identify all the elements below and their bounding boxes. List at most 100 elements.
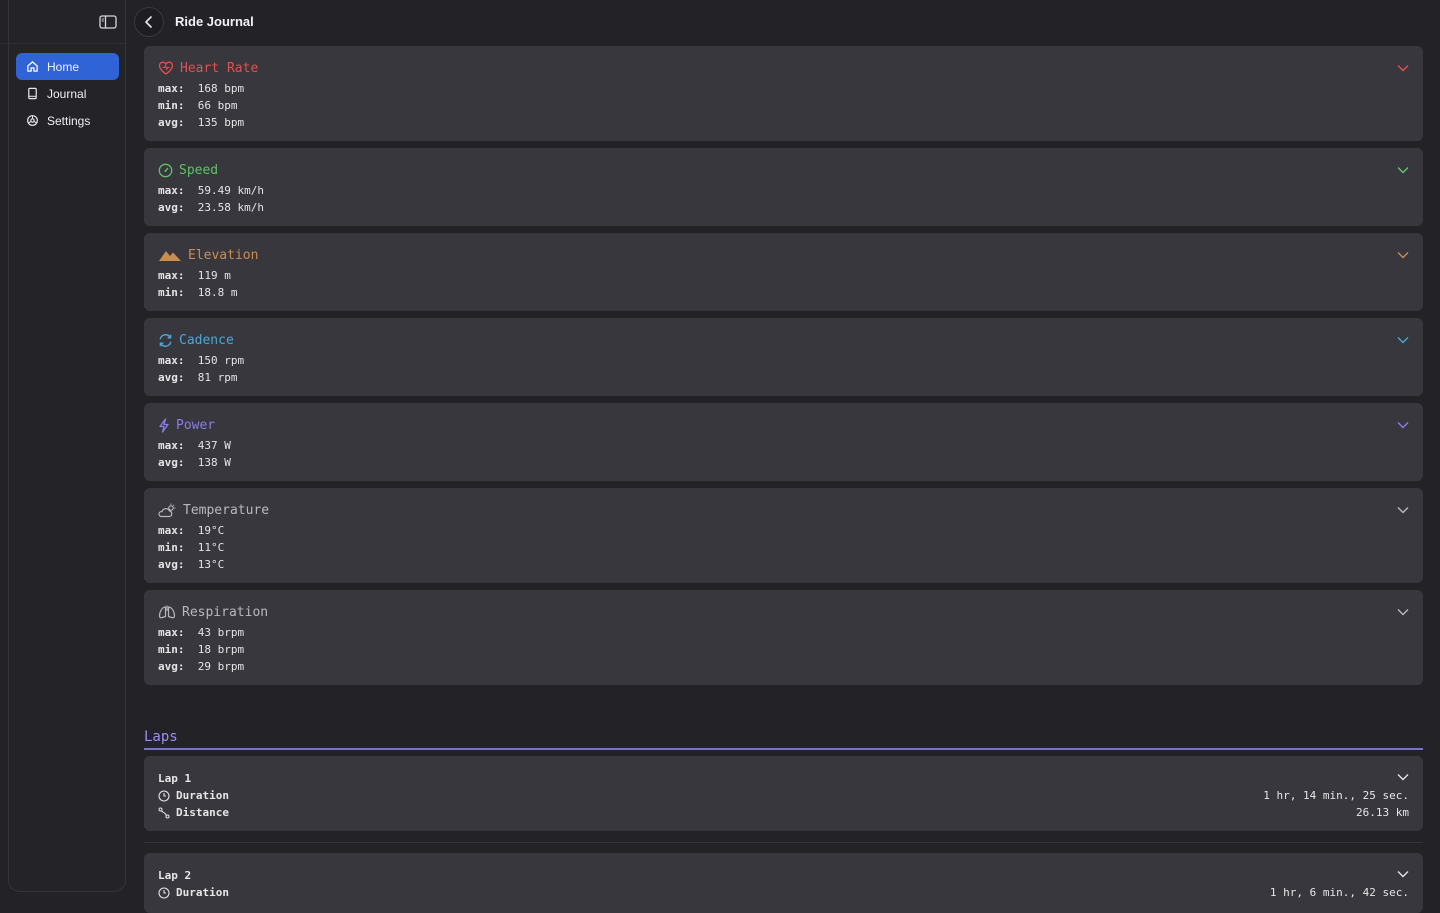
chevron-down-icon[interactable] [1397, 251, 1409, 259]
stat-label: avg: [158, 456, 185, 469]
lap-title: Lap 1 [158, 772, 192, 785]
stat-label: max: [158, 626, 185, 639]
sidebar-item-journal[interactable]: Journal [16, 80, 119, 107]
card-title: Power [176, 417, 216, 433]
stat-value: 135 bpm [197, 116, 245, 129]
card-title: Cadence [179, 332, 234, 348]
stat-row: avg: 138 W [158, 454, 1409, 471]
stat-value: 150 rpm [197, 354, 245, 367]
stat-value: 13°C [197, 558, 225, 571]
lightning-icon [159, 417, 169, 433]
lap-card-1[interactable]: Lap 1 Duration 1 hr, 14 min., 25 sec. Di… [144, 756, 1423, 831]
speedometer-icon [158, 163, 173, 177]
chevron-left-icon [145, 16, 152, 28]
stat-row: max: 119 m [158, 267, 1409, 284]
page-title: Ride Journal [175, 14, 254, 29]
sidebar-item-label: Journal [47, 86, 87, 101]
book-icon [28, 87, 37, 100]
stat-row: avg: 13°C [158, 556, 1409, 573]
stat-value: 23.58 km/h [197, 201, 264, 214]
mountain-icon [159, 251, 181, 261]
stat-value: 81 rpm [197, 371, 238, 384]
stat-row: min: 66 bpm [158, 97, 1409, 114]
clock-icon [158, 886, 170, 899]
speed-card[interactable]: Speed max: 59.49 km/h avg: 23.58 km/h [144, 148, 1423, 226]
card-header: Elevation [158, 247, 1409, 263]
card-title: Elevation [188, 247, 259, 263]
duration-value: 1 hr, 6 min., 42 sec. [1269, 886, 1409, 899]
metrics-list: Heart Rate max: 168 bpm min: 66 bpm avg:… [144, 46, 1423, 692]
card-header: Cadence [158, 332, 1409, 348]
stat-value: 43 brpm [197, 626, 245, 639]
route-icon [158, 807, 170, 818]
stat-row: max: 150 rpm [158, 352, 1409, 369]
stat-row: max: 43 brpm [158, 624, 1409, 641]
chevron-down-icon[interactable] [1397, 870, 1409, 878]
sidebar-divider [1, 43, 127, 44]
stat-value: 18 brpm [197, 643, 245, 656]
stat-value: 168 bpm [197, 82, 245, 95]
card-title: Respiration [182, 604, 269, 620]
lap-duration-row: Duration 1 hr, 6 min., 42 sec. [158, 884, 1409, 901]
chevron-down-icon[interactable] [1397, 336, 1409, 344]
lungs-icon [158, 605, 176, 619]
sidebar-nav: Home Journal Settings [16, 53, 119, 134]
heart-pulse-icon [158, 61, 174, 75]
chevron-down-icon[interactable] [1397, 64, 1409, 72]
stat-row: avg: 135 bpm [158, 114, 1409, 131]
stat-row: max: 19°C [158, 522, 1409, 539]
stat-label: max: [158, 439, 185, 452]
temperature-card[interactable]: Temperature max: 19°C min: 11°C avg: 13°… [144, 488, 1423, 583]
cycle-arrows-icon [159, 333, 172, 347]
laps-title: Laps [144, 729, 178, 745]
cadence-card[interactable]: Cadence max: 150 rpm avg: 81 rpm [144, 318, 1423, 396]
sidebar-item-home[interactable]: Home [16, 53, 119, 80]
chevron-down-icon[interactable] [1397, 773, 1409, 781]
sidebar-item-settings[interactable]: Settings [16, 107, 119, 134]
lap-distance-row: Distance 26.13 km [158, 804, 1409, 821]
stat-row: min: 11°C [158, 539, 1409, 556]
card-header: Speed [158, 162, 1409, 178]
stat-label: max: [158, 184, 185, 197]
stat-value: 18.8 m [197, 286, 238, 299]
sidebar-panel-icon [99, 15, 117, 29]
distance-label: Distance [176, 806, 229, 819]
stat-label: min: [158, 643, 185, 656]
lap-card-2[interactable]: Lap 2 Duration 1 hr, 6 min., 42 sec. [144, 853, 1423, 913]
stat-value: 29 brpm [197, 660, 245, 673]
stat-label: min: [158, 286, 185, 299]
sidebar-item-label: Settings [47, 113, 91, 128]
stat-value: 66 bpm [197, 99, 238, 112]
power-card[interactable]: Power max: 437 W avg: 138 W [144, 403, 1423, 481]
stat-row: avg: 81 rpm [158, 369, 1409, 386]
stat-value: 437 W [197, 439, 231, 452]
card-header: Heart Rate [158, 60, 1409, 76]
stat-value: 119 m [197, 269, 231, 282]
stat-row: avg: 23.58 km/h [158, 199, 1409, 216]
stat-row: max: 168 bpm [158, 80, 1409, 97]
stat-value: 138 W [197, 456, 231, 469]
lap-title: Lap 2 [158, 869, 192, 882]
back-button[interactable] [134, 7, 164, 37]
duration-value: 1 hr, 14 min., 25 sec. [1263, 789, 1409, 802]
stat-value: 11°C [197, 541, 225, 554]
duration-label: Duration [176, 789, 229, 802]
stat-row: min: 18 brpm [158, 641, 1409, 658]
chevron-down-icon[interactable] [1397, 166, 1409, 174]
chevron-down-icon[interactable] [1397, 421, 1409, 429]
cloud-sun-icon [158, 503, 176, 517]
stat-label: min: [158, 99, 185, 112]
chevron-down-icon[interactable] [1397, 506, 1409, 514]
card-title: Temperature [183, 502, 270, 518]
heart-rate-card[interactable]: Heart Rate max: 168 bpm min: 66 bpm avg:… [144, 46, 1423, 141]
stat-row: min: 18.8 m [158, 284, 1409, 301]
respiration-card[interactable]: Respiration max: 43 brpm min: 18 brpm av… [144, 590, 1423, 685]
chevron-down-icon[interactable] [1397, 608, 1409, 616]
stat-label: max: [158, 354, 185, 367]
laps-heading: Laps [144, 726, 1423, 750]
stat-label: max: [158, 524, 185, 537]
sidebar: Home Journal Settings [1, 0, 127, 892]
elevation-card[interactable]: Elevation max: 119 m min: 18.8 m [144, 233, 1423, 311]
sidebar-toggle-button[interactable] [98, 12, 118, 32]
card-header: Temperature [158, 502, 1409, 518]
